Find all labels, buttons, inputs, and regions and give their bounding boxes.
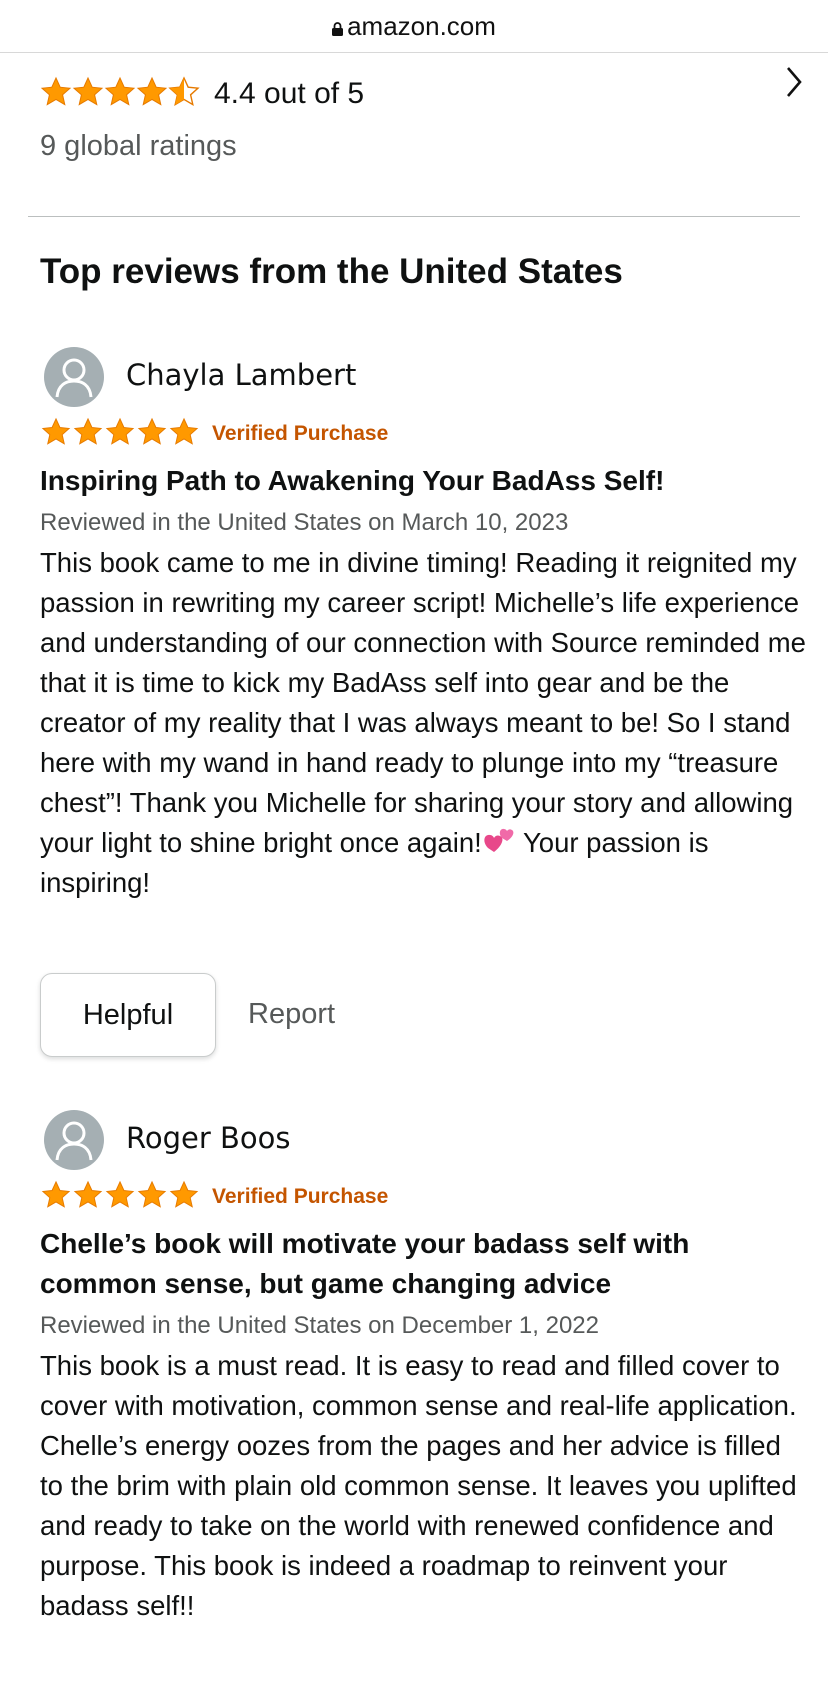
user-silhouette-icon <box>55 358 93 398</box>
review-date: Reviewed in the United States on Decembe… <box>40 1312 599 1339</box>
avatar <box>44 1110 104 1170</box>
review-star-rating <box>40 417 200 447</box>
url-display[interactable]: amazon.com <box>0 10 828 42</box>
star-full-icon <box>169 1180 199 1208</box>
url-text: amazon.com <box>347 11 496 41</box>
star-full-icon <box>137 1180 167 1208</box>
review-title[interactable]: Inspiring Path to Awakening Your BadAss … <box>40 461 800 501</box>
lock-icon <box>332 22 344 36</box>
star-full-icon <box>73 1180 103 1208</box>
star-full-icon <box>41 417 71 445</box>
star-half-icon <box>168 76 200 107</box>
reviewer-name[interactable]: Chayla Lambert <box>126 357 356 393</box>
star-full-icon <box>41 1180 71 1208</box>
star-full-icon <box>105 1180 135 1208</box>
star-full-icon <box>169 417 199 445</box>
global-ratings-count: 9 global ratings <box>40 130 237 162</box>
two-hearts-icon <box>484 828 514 852</box>
section-title: Top reviews from the United States <box>40 252 623 291</box>
star-full-icon <box>73 417 103 445</box>
star-full-icon <box>72 76 104 106</box>
review-body: This book came to me in divine timing! R… <box>40 543 810 903</box>
review-date: Reviewed in the United States on March 1… <box>40 509 569 536</box>
verified-purchase-badge: Verified Purchase <box>212 422 389 445</box>
star-full-icon <box>136 76 168 106</box>
helpful-button[interactable]: Helpful <box>40 973 216 1057</box>
rating-out-of-text: 4.4 out of 5 <box>214 77 365 110</box>
review-body-text: This book came to me in divine timing! R… <box>40 547 806 858</box>
reviewer-name[interactable]: Roger Boos <box>126 1120 290 1156</box>
user-silhouette-icon <box>55 1121 93 1161</box>
avatar <box>44 347 104 407</box>
ratings-summary[interactable]: 4.4 out of 5 9 global ratings <box>40 67 802 170</box>
chevron-right-icon[interactable] <box>778 62 808 102</box>
summary-star-rating <box>40 76 200 108</box>
report-link[interactable]: Report <box>248 973 335 1055</box>
star-full-icon <box>105 417 135 445</box>
section-divider <box>28 216 800 217</box>
star-full-icon <box>137 417 167 445</box>
review-body: This book is a must read. It is easy to … <box>40 1350 797 1621</box>
review-actions: Helpful Report <box>40 973 800 1057</box>
review-title[interactable]: Chelle’s book will motivate your badass … <box>40 1224 800 1304</box>
star-full-icon <box>40 76 72 106</box>
verified-purchase-badge: Verified Purchase <box>212 1185 389 1208</box>
review-star-rating <box>40 1180 200 1210</box>
browser-url-bar[interactable]: amazon.com <box>0 0 828 53</box>
star-full-icon <box>104 76 136 106</box>
